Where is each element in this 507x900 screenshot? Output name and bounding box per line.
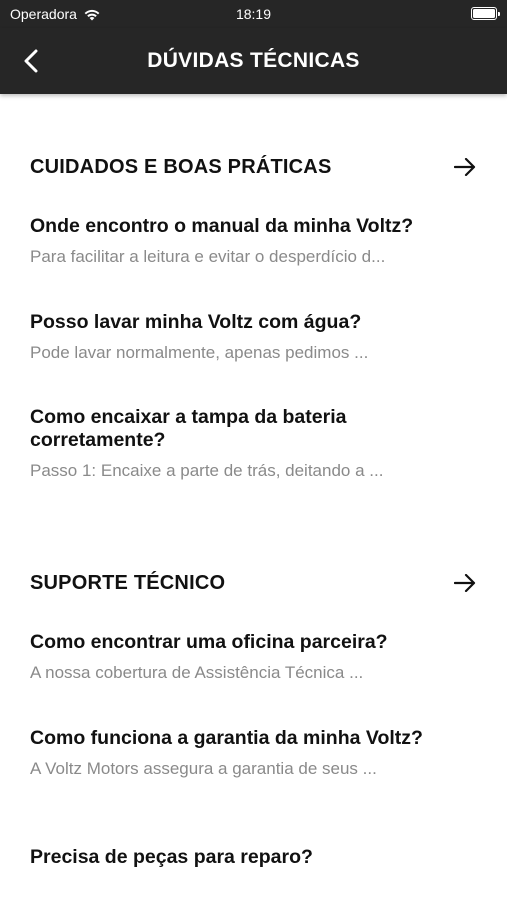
faq-item-tampa-bateria[interactable]: Como encaixar a tampa da bateria correta…	[30, 406, 430, 482]
faq-question: Como encaixar a tampa da bateria correta…	[30, 406, 347, 451]
section-title: SUPORTE TÉCNICO	[30, 571, 226, 594]
section-title: CUIDADOS E BOAS PRÁTICAS	[30, 155, 332, 178]
faq-item-garantia[interactable]: Como funciona a garantia da minha Voltz?…	[30, 727, 430, 780]
faq-answer-preview: Para facilitar a leitura e evitar o desp…	[30, 247, 386, 266]
status-bar: Operadora 18:19	[0, 0, 507, 28]
clock: 18:19	[235, 6, 272, 22]
battery-icon	[471, 7, 500, 20]
faq-question: Posso lavar minha Voltz com água?	[30, 311, 362, 333]
navigation-bar: DÚVIDAS TÉCNICAS	[0, 28, 507, 94]
section-header-suporte[interactable]: SUPORTE TÉCNICO	[30, 568, 477, 598]
faq-answer-preview: A Voltz Motors assegura a garantia de se…	[30, 759, 377, 778]
faq-answer-preview: Passo 1: Encaixe a parte de trás, deitan…	[30, 461, 384, 480]
faq-question: Precisa de peças para reparo?	[30, 846, 313, 868]
section-header-cuidados[interactable]: CUIDADOS E BOAS PRÁTICAS	[30, 152, 477, 182]
faq-question: Como encontrar uma oficina parceira?	[30, 631, 388, 653]
faq-answer-preview: A nossa cobertura de Assistência Técnica…	[30, 663, 364, 682]
faq-item-manual[interactable]: Onde encontro o manual da minha Voltz? P…	[30, 215, 490, 268]
faq-question: Como funciona a garantia da minha Voltz?	[30, 727, 423, 749]
faq-item-lavar[interactable]: Posso lavar minha Voltz com água? Pode l…	[30, 311, 490, 364]
faq-item-pecas[interactable]: Precisa de peças para reparo?	[30, 846, 490, 869]
faq-question: Onde encontro o manual da minha Voltz?	[30, 215, 414, 237]
faq-item-oficina[interactable]: Como encontrar uma oficina parceira? A n…	[30, 631, 490, 684]
arrow-right-icon	[453, 571, 477, 595]
arrow-right-icon	[453, 155, 477, 179]
page-title: DÚVIDAS TÉCNICAS	[147, 49, 360, 72]
faq-answer-preview: Pode lavar normalmente, apenas pedimos .…	[30, 343, 369, 362]
